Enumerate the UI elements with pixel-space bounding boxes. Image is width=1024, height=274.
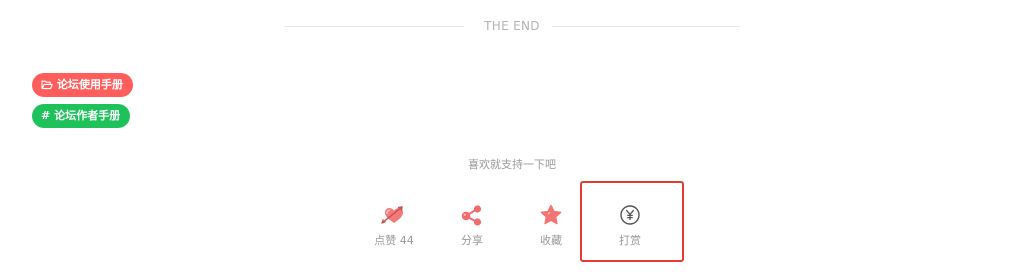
heart-arrow-icon (359, 202, 429, 228)
folder-open-icon (41, 80, 53, 90)
like-prompt: 喜欢就支持一下吧 (468, 158, 556, 171)
like-label-text: 点赞 (374, 234, 397, 247)
reward-highlight-box (580, 181, 684, 262)
hash-icon: # (41, 109, 51, 122)
like-count: 44 (399, 234, 414, 247)
share-icon (437, 202, 507, 228)
like-label: 点赞 44 (359, 234, 429, 248)
share-label: 分享 (461, 234, 483, 247)
favorite-button[interactable]: 收藏 (516, 202, 586, 248)
divider-line-right (552, 26, 740, 27)
category-tag[interactable]: 论坛使用手册 (32, 73, 133, 97)
hashtag-tag-label: 论坛作者手册 (54, 109, 121, 122)
star-icon (516, 202, 586, 228)
favorite-label: 收藏 (540, 234, 562, 247)
end-divider: THE END (284, 18, 740, 34)
hashtag-tag[interactable]: # 论坛作者手册 (32, 104, 131, 128)
like-button[interactable]: 点赞 44 (359, 202, 429, 248)
share-button[interactable]: 分享 (437, 202, 507, 248)
category-tag-label: 论坛使用手册 (57, 78, 123, 91)
